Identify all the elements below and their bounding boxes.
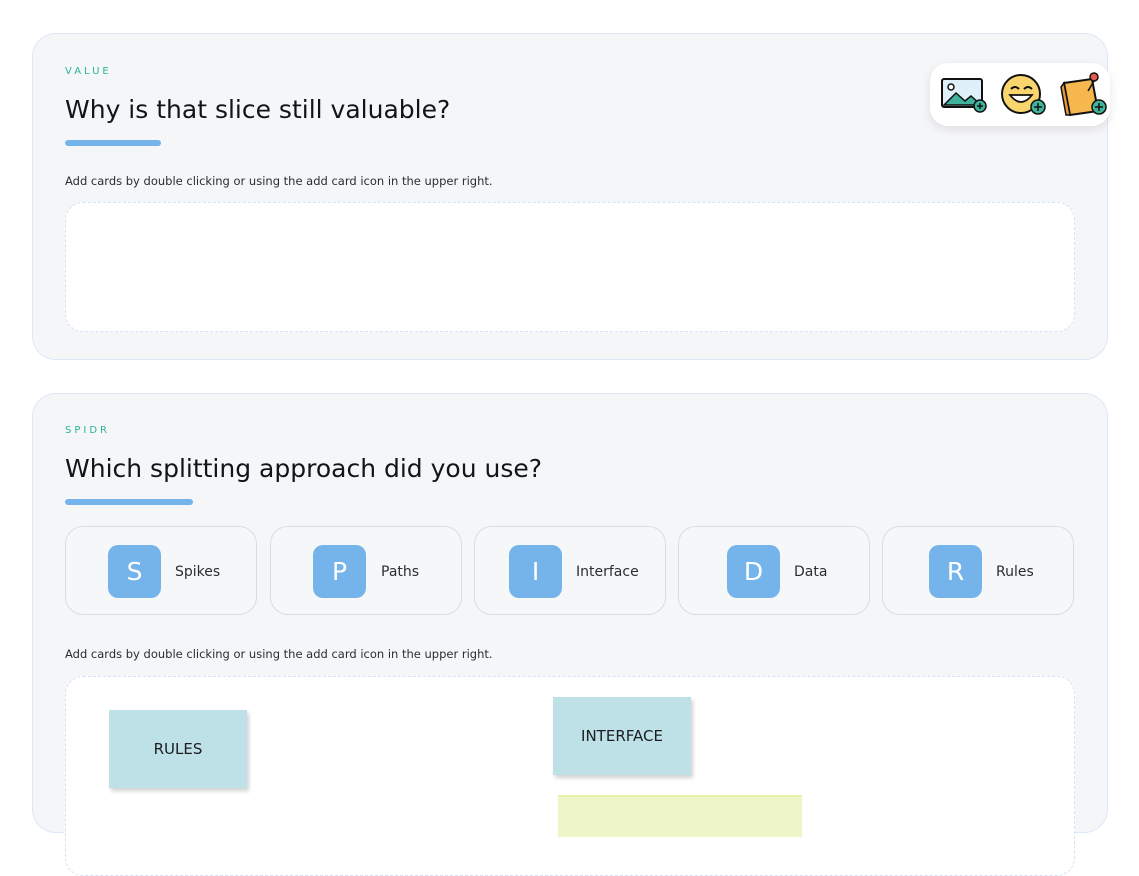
heading-underline bbox=[65, 499, 193, 505]
option-letter-badge: P bbox=[313, 545, 366, 598]
option-letter-badge: I bbox=[509, 545, 562, 598]
option-letter-badge: D bbox=[727, 545, 780, 598]
heading-underline bbox=[65, 140, 161, 146]
spidr-section: SPIDR Which splitting approach did you u… bbox=[32, 393, 1108, 876]
option-label: Paths bbox=[381, 564, 420, 580]
spidr-option-paths[interactable]: P Paths bbox=[270, 526, 462, 615]
section-heading: Which splitting approach did you use? bbox=[65, 454, 543, 483]
option-letter-badge: S bbox=[108, 545, 161, 598]
spidr-option-rules[interactable]: R Rules bbox=[882, 526, 1074, 615]
sticky-card[interactable]: INTERFACE bbox=[553, 697, 691, 775]
add-image-icon[interactable] bbox=[938, 71, 988, 119]
spidr-option-interface[interactable]: I Interface bbox=[474, 526, 666, 615]
add-cards-hint: Add cards by double clicking or using th… bbox=[65, 174, 493, 188]
option-label: Spikes bbox=[175, 564, 221, 580]
card-dropzone[interactable] bbox=[65, 202, 1075, 332]
option-label: Interface bbox=[576, 564, 639, 580]
option-letter-badge: R bbox=[929, 545, 982, 598]
add-emoji-icon[interactable] bbox=[998, 71, 1048, 119]
section-heading: Why is that slice still valuable? bbox=[65, 95, 451, 124]
card-dropzone[interactable]: RULES INTERFACE bbox=[65, 676, 1075, 876]
spidr-option-data[interactable]: D Data bbox=[678, 526, 870, 615]
sticky-card[interactable] bbox=[558, 795, 802, 837]
add-sticky-note-icon[interactable] bbox=[1058, 71, 1108, 119]
spidr-option-spikes[interactable]: S Spikes bbox=[65, 526, 257, 615]
sticky-card[interactable]: RULES bbox=[109, 710, 247, 788]
add-cards-hint: Add cards by double clicking or using th… bbox=[65, 647, 493, 661]
option-label: Data bbox=[794, 564, 828, 580]
section-eyebrow: VALUE bbox=[65, 66, 112, 77]
section-eyebrow: SPIDR bbox=[65, 425, 110, 436]
add-card-toolbox bbox=[930, 63, 1110, 126]
option-label: Rules bbox=[996, 564, 1034, 580]
